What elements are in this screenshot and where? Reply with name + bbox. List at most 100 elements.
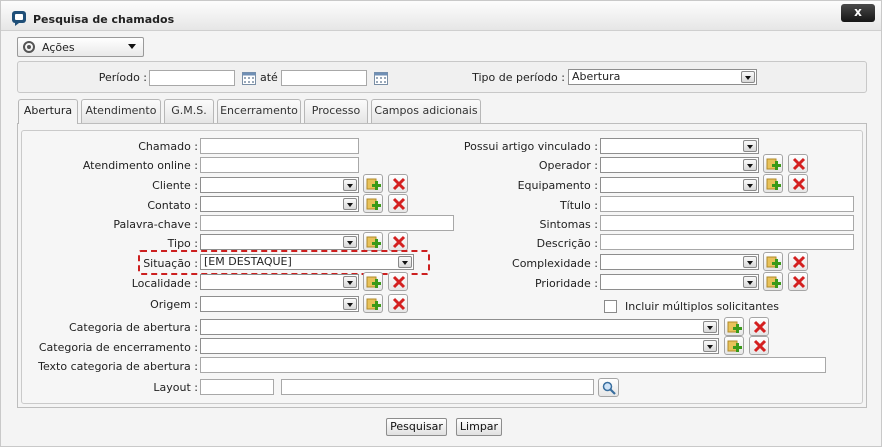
tab-encerramento[interactable]: Encerramento — [217, 99, 301, 123]
descricao-input[interactable] — [600, 234, 854, 250]
close-icon: x — [854, 5, 862, 19]
add-icon — [766, 178, 781, 190]
origem-remove-button[interactable] — [388, 294, 408, 313]
contato-add-button[interactable] — [363, 194, 383, 213]
period-start-input[interactable] — [149, 70, 235, 86]
layout-label: Layout : — [153, 381, 198, 394]
magnifier-icon — [602, 381, 616, 395]
search-button[interactable]: Pesquisar — [386, 418, 447, 436]
complexidade-label: Complexidade : — [512, 257, 598, 270]
window-title: Pesquisa de chamados — [33, 13, 175, 26]
remove-icon — [392, 235, 406, 249]
categoria-encerramento-select[interactable] — [200, 338, 719, 354]
equipamento-remove-button[interactable] — [788, 174, 808, 193]
incluir-multiplos-label: Incluir múltiplos solicitantes — [625, 300, 779, 313]
localidade-add-button[interactable] — [363, 272, 383, 291]
localidade-select[interactable] — [200, 274, 359, 290]
layout-search-button[interactable] — [598, 378, 619, 397]
categoria-abertura-remove-button[interactable] — [749, 317, 769, 336]
clear-button[interactable]: Limpar — [456, 418, 502, 436]
descricao-label: Descrição : — [536, 237, 598, 250]
categoria-encerramento-add-button[interactable] — [724, 336, 744, 355]
contato-select[interactable] — [200, 196, 359, 212]
period-label: Período : — [98, 71, 147, 84]
remove-icon — [792, 157, 806, 171]
calendar-icon[interactable] — [374, 71, 388, 85]
chevron-down-icon — [128, 44, 136, 49]
chevron-down-icon — [343, 298, 357, 310]
equipamento-add-button[interactable] — [763, 174, 783, 193]
add-icon — [766, 276, 781, 288]
origem-add-button[interactable] — [363, 294, 383, 313]
contato-remove-button[interactable] — [388, 194, 408, 213]
remove-icon — [792, 177, 806, 191]
palavra-chave-input[interactable] — [200, 215, 454, 231]
tab-campos-adicionais[interactable]: Campos adicionais — [371, 99, 481, 123]
sintomas-input[interactable] — [600, 215, 854, 231]
tab-abertura[interactable]: Abertura — [18, 99, 78, 124]
chevron-down-icon — [741, 71, 755, 83]
actions-dropdown[interactable]: Ações — [17, 37, 144, 57]
close-button[interactable]: x — [841, 4, 875, 22]
complexidade-add-button[interactable] — [763, 252, 783, 271]
categoria-abertura-select[interactable] — [200, 319, 719, 335]
categoria-abertura-add-button[interactable] — [724, 317, 744, 336]
palavra-chave-label: Palavra-chave : — [113, 218, 198, 231]
localidade-label: Localidade : — [131, 277, 198, 290]
add-icon — [727, 321, 742, 333]
operador-add-button[interactable] — [763, 154, 783, 173]
add-icon — [766, 256, 781, 268]
situacao-select[interactable]: [EM DESTAQUE] — [200, 254, 414, 270]
period-end-input[interactable] — [281, 70, 367, 86]
layout-description-input[interactable] — [281, 379, 594, 395]
calendar-icon[interactable] — [242, 71, 256, 85]
remove-icon — [392, 297, 406, 311]
tab-processo[interactable]: Processo — [304, 99, 368, 123]
add-icon — [366, 236, 381, 248]
incluir-multiplos-checkbox[interactable] — [604, 300, 617, 313]
possui-artigo-select[interactable] — [600, 138, 759, 154]
complexidade-select[interactable] — [600, 254, 759, 270]
cliente-remove-button[interactable] — [388, 174, 408, 193]
chevron-down-icon — [343, 236, 357, 248]
contato-label: Contato : — [147, 199, 198, 212]
texto-categoria-abertura-label: Texto categoria de abertura : — [38, 360, 198, 373]
cliente-add-button[interactable] — [363, 174, 383, 193]
prioridade-add-button[interactable] — [763, 272, 783, 291]
tipo-remove-button[interactable] — [388, 232, 408, 251]
equipamento-select[interactable] — [600, 177, 759, 193]
layout-code-input[interactable] — [200, 379, 274, 395]
tab-gms[interactable]: G.M.S. — [164, 99, 214, 123]
gear-icon — [23, 41, 35, 53]
sintomas-label: Sintomas : — [539, 218, 598, 231]
chat-bubble-icon — [12, 11, 26, 26]
period-type-value: Abertura — [572, 70, 621, 83]
texto-categoria-abertura-input[interactable] — [200, 357, 826, 373]
operador-remove-button[interactable] — [788, 154, 808, 173]
period-type-select[interactable]: Abertura — [568, 69, 757, 85]
atendimento-online-input[interactable] — [200, 157, 359, 173]
origem-select[interactable] — [200, 296, 359, 312]
complexidade-remove-button[interactable] — [788, 252, 808, 271]
localidade-remove-button[interactable] — [388, 272, 408, 291]
cliente-select[interactable] — [200, 177, 359, 193]
titulo-input[interactable] — [600, 196, 854, 212]
chevron-down-icon — [703, 340, 717, 352]
period-type-label: Tipo de período : — [472, 71, 565, 84]
prioridade-remove-button[interactable] — [788, 272, 808, 291]
add-icon — [366, 298, 381, 310]
chevron-down-icon — [743, 159, 757, 171]
chevron-down-icon — [343, 276, 357, 288]
remove-icon — [392, 275, 406, 289]
operador-select[interactable] — [600, 157, 759, 173]
chevron-down-icon — [343, 198, 357, 210]
prioridade-select[interactable] — [600, 274, 759, 290]
chevron-down-icon — [743, 179, 757, 191]
tipo-select[interactable] — [200, 234, 359, 250]
remove-icon — [392, 197, 406, 211]
categoria-encerramento-remove-button[interactable] — [749, 336, 769, 355]
chamado-input[interactable] — [200, 138, 359, 154]
tab-atendimento[interactable]: Atendimento — [81, 99, 161, 123]
title-bar: Pesquisa de chamados x — [1, 1, 881, 31]
tipo-add-button[interactable] — [363, 232, 383, 251]
